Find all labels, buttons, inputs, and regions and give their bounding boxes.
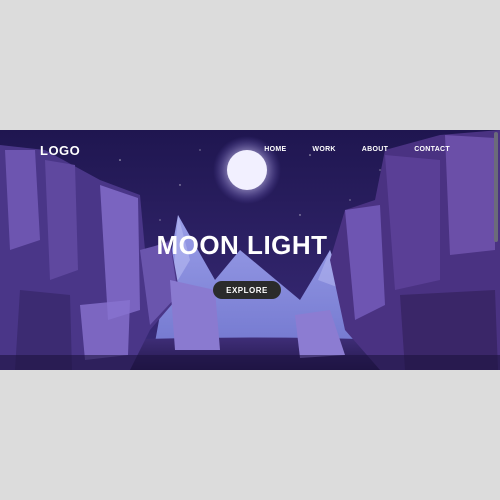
nav-link-contact[interactable]: CONTACT	[414, 146, 450, 153]
landing-page: LOGO HOME WORK ABOUT CONTACT MOON LIGHT …	[0, 130, 500, 370]
explore-button[interactable]: EXPLORE	[213, 281, 281, 299]
nav-link-home[interactable]: HOME	[264, 146, 286, 153]
nav-menu: HOME WORK ABOUT CONTACT	[238, 146, 450, 153]
hero-title: MOON LIGHT	[158, 230, 338, 268]
top-navbar: LOGO HOME WORK ABOUT CONTACT	[0, 130, 500, 170]
nav-link-work[interactable]: WORK	[312, 146, 335, 153]
nav-link-about[interactable]: ABOUT	[362, 146, 388, 153]
scrollbar[interactable]	[494, 132, 498, 242]
hero-title-text: MOON LIGHT	[158, 230, 328, 260]
site-logo[interactable]: LOGO	[40, 143, 80, 158]
